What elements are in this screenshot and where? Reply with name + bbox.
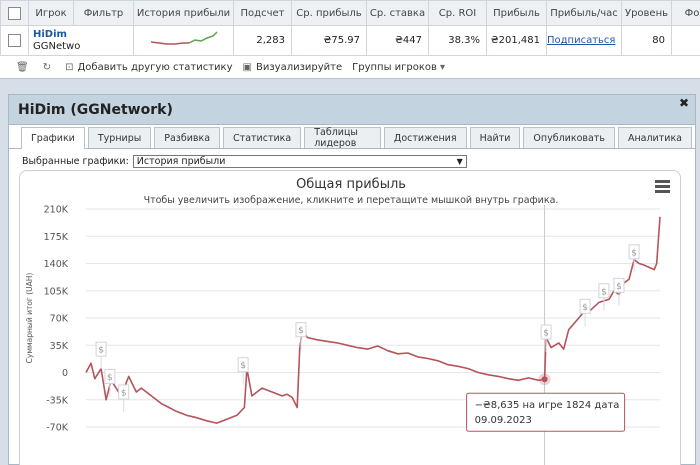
col-header-filter[interactable]: Фильтр	[73, 0, 134, 26]
chart-select[interactable]: История прибыли ▼	[132, 155, 467, 168]
chart-container[interactable]: Общая прибыль Чтобы увеличить изображение…	[19, 170, 681, 465]
col-header-profit[interactable]: Прибыль	[486, 0, 547, 26]
player-name[interactable]: HiDim	[33, 29, 67, 40]
marker-label: $	[298, 326, 304, 336]
visualize-label: Визуализируйте	[255, 61, 343, 73]
level-cell: 80	[621, 25, 672, 56]
avg-profit-cell: ₴75.97	[291, 25, 367, 56]
profit-sparkline	[150, 31, 218, 45]
tab-breakdown[interactable]: Разбивка	[154, 127, 221, 148]
subscribe-link[interactable]: Подписаться	[548, 35, 616, 46]
player-groups-dropdown[interactable]: Группы игроков ▾	[352, 62, 449, 73]
avg-roi-cell: 38.3%	[428, 25, 487, 56]
col-header-level[interactable]: Уровень	[621, 0, 672, 26]
marker-label: $	[98, 346, 104, 356]
table-row: HiDim GGNetwo 2,283 ₴75.97 ₴447 38.3% ₴2…	[0, 25, 700, 56]
avg-stake-cell: ₴447	[366, 25, 429, 56]
chart-select-value: История прибыли	[136, 156, 226, 167]
marker-label: $	[240, 361, 246, 371]
dialog-title: HiDim (GGNetwork)	[18, 101, 173, 118]
col-header-player[interactable]: Игрок	[28, 0, 74, 26]
add-stat-button[interactable]: ⊡ Добавить другую статистику	[65, 62, 232, 73]
series-line	[85, 216, 661, 424]
col-header-fo[interactable]: Фо	[671, 0, 700, 26]
chart-title: Общая прибыль	[296, 177, 406, 192]
menu-icon[interactable]	[655, 180, 670, 195]
y-tick-label: -35K	[46, 395, 69, 406]
marker-label: $	[582, 303, 588, 313]
tab-publish[interactable]: Опубликовать	[523, 127, 615, 148]
chart-selector: Выбранные графики: История прибыли ▼	[22, 155, 467, 168]
marker-label: $	[616, 282, 622, 292]
player-groups-label: Группы игроков	[352, 61, 437, 73]
marker-label: $	[631, 248, 637, 258]
tab-achievements[interactable]: Достижения	[383, 127, 467, 148]
player-network: GGNetwo	[33, 40, 81, 52]
y-tick-label: 70K	[50, 314, 69, 325]
delete-button[interactable]: 🗑	[16, 62, 33, 73]
caret-down-icon: ▾	[439, 61, 445, 73]
tab-analytics[interactable]: Аналитика	[617, 127, 692, 148]
close-icon[interactable]: ✖	[679, 96, 689, 110]
add-stat-label: Добавить другую статистику	[77, 61, 233, 73]
y-axis-label: Суммарный итог (UAH)	[25, 273, 34, 364]
y-tick-label: 35K	[50, 341, 69, 352]
player-dialog: HiDim (GGNetwork) ✖ Графики Турниры Разб…	[8, 94, 696, 465]
fo-cell	[671, 25, 700, 56]
visualize-button[interactable]: ▣ Визуализируйте	[243, 62, 343, 73]
y-tick-label: 210K	[44, 205, 69, 216]
tab-find[interactable]: Найти	[469, 127, 521, 148]
tooltip-line-2: 09.09.2023	[475, 415, 532, 426]
sparkline-cell[interactable]	[133, 25, 234, 56]
profit-cell: ₴201,481	[486, 25, 547, 56]
col-header-avg-profit[interactable]: Ср. прибыль	[291, 0, 367, 26]
stats-panel: Игрок Фильтр История прибыли Подсчет Ср.…	[0, 0, 700, 79]
y-tick-label: 0	[62, 368, 68, 379]
image-icon: ▣	[242, 61, 252, 73]
trash-icon: 🗑	[16, 61, 29, 73]
add-table-icon: ⊡	[65, 61, 74, 73]
count-cell: 2,283	[233, 25, 292, 56]
marker-label: $	[121, 388, 127, 398]
marker-label: $	[543, 329, 549, 339]
tab-tournaments[interactable]: Турниры	[87, 127, 152, 148]
tab-statistics[interactable]: Статистика	[223, 127, 302, 148]
col-header-profit-per-hour[interactable]: Прибыль/час	[546, 0, 622, 26]
col-header-count[interactable]: Подсчет	[233, 0, 292, 26]
chevron-down-icon: ▼	[456, 157, 463, 166]
refresh-icon: ↻	[42, 61, 52, 73]
tooltip-line-1: −₴8,635 на игре 1824 дата	[475, 400, 620, 411]
row-checkbox-cell[interactable]	[0, 25, 29, 56]
refresh-button[interactable]: ↻	[43, 62, 55, 73]
row-checkbox[interactable]	[8, 34, 21, 47]
col-header-avg-stake[interactable]: Ср. ставка	[366, 0, 429, 26]
y-tick-label: -70K	[46, 423, 69, 434]
select-all-header[interactable]	[0, 0, 29, 26]
select-all-checkbox[interactable]	[8, 6, 21, 20]
marker-label: $	[601, 287, 607, 297]
dialog-tabs: Графики Турниры Разбивка Статистика Табл…	[9, 127, 695, 149]
y-tick-label: 175K	[44, 232, 69, 243]
tab-leaderboards[interactable]: Таблицы лидеров	[304, 127, 381, 149]
y-tick-label: 140K	[44, 259, 69, 270]
table-header-row: Игрок Фильтр История прибыли Подсчет Ср.…	[0, 0, 700, 26]
hover-point	[541, 376, 548, 383]
profit-chart[interactable]: Общая прибыль Чтобы увеличить изображение…	[20, 171, 681, 465]
table-toolbar: 🗑 ↻ ⊡ Добавить другую статистику ▣ Визуали…	[0, 56, 700, 78]
tab-charts[interactable]: Графики	[21, 127, 85, 149]
player-cell[interactable]: HiDim GGNetwo	[28, 25, 134, 56]
y-tick-label: 105K	[44, 286, 69, 297]
stats-table: Игрок Фильтр История прибыли Подсчет Ср.…	[0, 0, 700, 56]
marker-label: $	[107, 373, 113, 383]
profit-per-hour-cell[interactable]: Подписаться	[546, 25, 622, 56]
chart-selector-label: Выбранные графики:	[22, 156, 129, 167]
dialog-header: HiDim (GGNetwork)	[9, 95, 695, 125]
col-header-avg-roi[interactable]: Ср. ROI	[428, 0, 487, 26]
col-header-profit-history[interactable]: История прибыли	[133, 0, 234, 26]
chart-subtitle: Чтобы увеличить изображение, кликните и …	[144, 195, 559, 206]
